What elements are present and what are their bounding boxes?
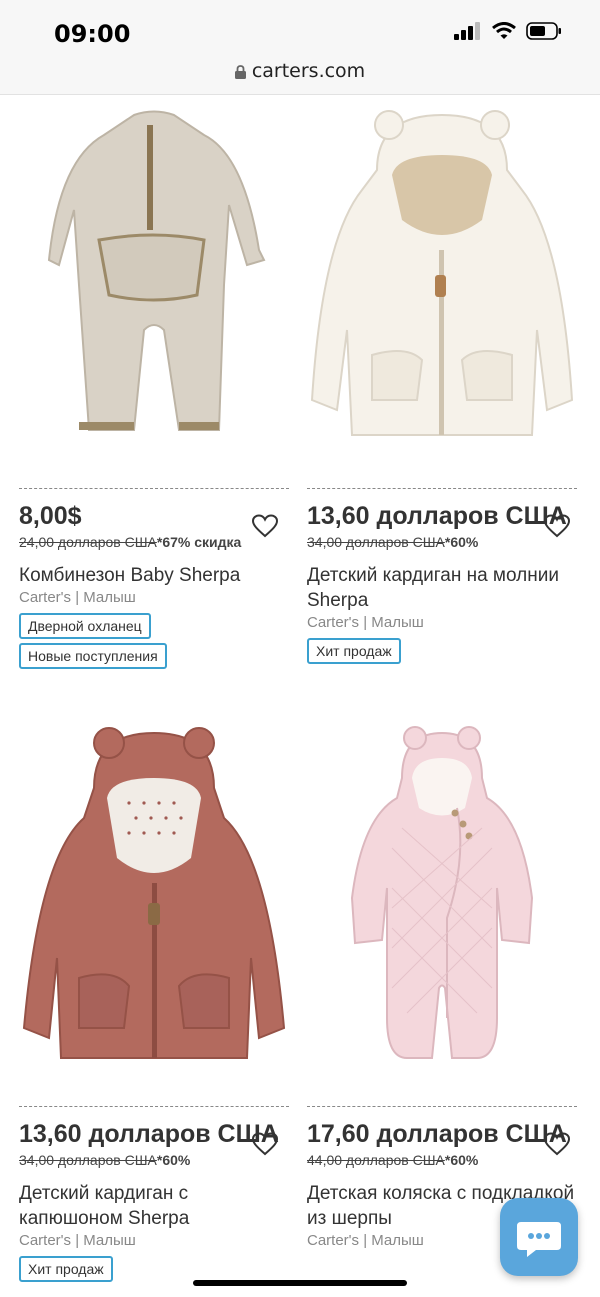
heart-icon[interactable] — [543, 1132, 571, 1156]
divider — [307, 1106, 577, 1107]
url-text: carters.com — [251, 60, 366, 82]
divider — [19, 488, 289, 489]
product-image-sherpa-zip-cardigan[interactable] — [307, 100, 577, 460]
product-brand: Carter's | Малыш — [307, 1232, 424, 1249]
product-card[interactable]: 17,60 долларов США 44,00 долларов США*60… — [307, 718, 577, 1258]
product-name[interactable]: Комбинезон Baby Sherpa — [19, 563, 289, 588]
product-image-sherpa-hooded-cardigan[interactable] — [19, 718, 289, 1078]
browser-url-bar[interactable]: carters.com — [0, 56, 600, 95]
product-card[interactable]: 13,60 долларов США 34,00 долларов США*60… — [19, 718, 289, 1288]
status-time: 09:00 — [54, 20, 131, 48]
heart-icon[interactable] — [543, 514, 571, 538]
product-name[interactable]: Детский кардиган с капюшоном Sherpa — [19, 1181, 289, 1231]
url-display[interactable]: carters.com — [0, 60, 600, 82]
home-indicator[interactable] — [193, 1280, 407, 1286]
product-card[interactable]: 8,00$ 24,00 долларов США*67% скидка Комб… — [19, 100, 289, 680]
product-brand: Carter's | Малыш — [307, 614, 424, 631]
heart-icon[interactable] — [251, 1132, 279, 1156]
product-tag[interactable]: Хит продаж — [307, 638, 401, 664]
product-tag[interactable]: Дверной охланец — [19, 613, 151, 639]
status-icons — [454, 22, 562, 40]
lock-icon — [234, 65, 246, 79]
product-price: 13,60 долларов США — [19, 1120, 279, 1148]
battery-icon — [526, 22, 561, 40]
product-tag[interactable]: Новые поступления — [19, 643, 167, 669]
product-tag[interactable]: Хит продаж — [19, 1256, 113, 1282]
product-brand: Carter's | Малыш — [19, 589, 136, 606]
divider — [19, 1106, 289, 1107]
wifi-icon — [492, 22, 516, 39]
product-image-sherpa-jumpsuit[interactable] — [19, 100, 289, 460]
chat-button[interactable] — [500, 1198, 578, 1276]
signal-icon — [454, 22, 480, 40]
product-original-price: 24,00 долларов США*67% скидка — [19, 534, 242, 550]
product-original-price: 44,00 долларов США*60% — [307, 1152, 479, 1168]
product-name[interactable]: Детский кардиган на молнии Sherpa — [307, 563, 577, 613]
product-image-quilted-pram[interactable] — [307, 718, 577, 1078]
product-original-price: 34,00 долларов США*60% — [19, 1152, 191, 1168]
status-bar: 09:00 — [0, 0, 600, 56]
heart-icon[interactable] — [251, 514, 279, 538]
product-original-price: 34,00 долларов США*60% — [307, 534, 479, 550]
chat-icon — [517, 1222, 561, 1257]
product-brand: Carter's | Малыш — [19, 1232, 136, 1249]
product-price: 17,60 долларов США — [307, 1120, 567, 1148]
divider — [307, 488, 577, 489]
product-card[interactable]: 13,60 долларов США 34,00 долларов США*60… — [307, 100, 577, 680]
product-price: 13,60 долларов США — [307, 502, 567, 530]
product-price: 8,00$ — [19, 502, 82, 530]
